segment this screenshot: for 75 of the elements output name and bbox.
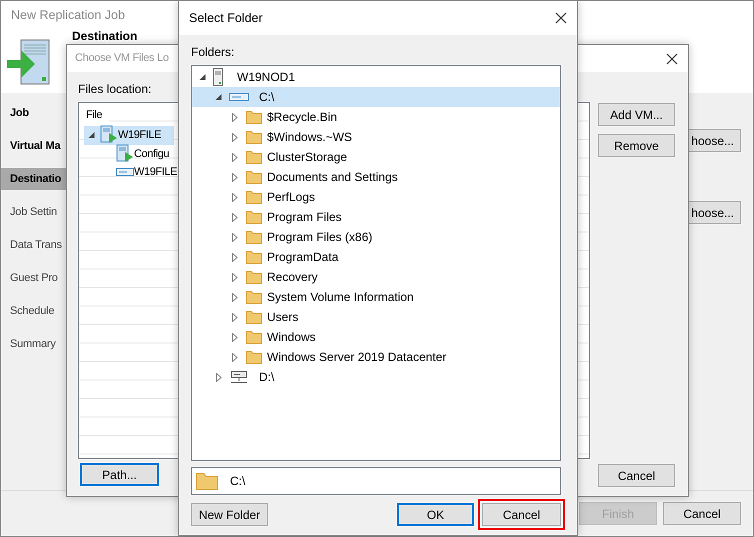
dialog-button[interactable]: OK bbox=[397, 503, 474, 526]
folder-name: Windows Server 2019 Datacenter bbox=[267, 349, 446, 366]
folder-name: ProgramData bbox=[267, 249, 338, 266]
folder-name: Program Files bbox=[267, 209, 342, 226]
folder-row[interactable]: Recovery bbox=[192, 267, 560, 287]
folder-row[interactable]: System Volume Information bbox=[192, 287, 560, 307]
field-label: Folders: bbox=[191, 44, 234, 61]
folder-icon bbox=[246, 190, 262, 204]
folder-row[interactable]: PerfLogs bbox=[192, 187, 560, 207]
folder-icon bbox=[246, 290, 262, 304]
folder-icon bbox=[246, 210, 262, 224]
folder-row[interactable]: Program Files bbox=[192, 207, 560, 227]
close-icon[interactable] bbox=[666, 52, 678, 64]
dialog-button[interactable]: Cancel bbox=[482, 503, 561, 526]
folder-name: Documents and Settings bbox=[267, 169, 398, 186]
folder-icon bbox=[246, 130, 262, 144]
folder-row[interactable]: D:\ bbox=[192, 367, 560, 387]
folder-row[interactable]: Windows Server 2019 Datacenter bbox=[192, 347, 560, 367]
folder-row[interactable]: Program Files (x86) bbox=[192, 227, 560, 247]
folder-row[interactable]: $Windows.~WS bbox=[192, 127, 560, 147]
file-row[interactable]: Configu bbox=[100, 144, 174, 163]
side-button[interactable]: Remove bbox=[598, 134, 675, 157]
folder-row[interactable]: ClusterStorage bbox=[192, 147, 560, 167]
path-value: C:\ bbox=[230, 473, 246, 490]
folder-row[interactable]: $Recycle.Bin bbox=[192, 107, 560, 127]
path-button[interactable]: Path... bbox=[80, 463, 159, 486]
folder-row[interactable]: ProgramData bbox=[192, 247, 560, 267]
folder-row[interactable]: Documents and Settings bbox=[192, 167, 560, 187]
folder-name: Recovery bbox=[267, 269, 318, 286]
folder-name: Windows bbox=[267, 329, 316, 346]
folder-name: System Volume Information bbox=[267, 289, 414, 306]
folder-name: PerfLogs bbox=[267, 189, 316, 206]
folder-icon bbox=[246, 110, 262, 124]
folder-name: D:\ bbox=[259, 369, 274, 386]
replication-icon bbox=[7, 39, 51, 87]
drive-icon bbox=[229, 369, 249, 385]
field-label: Files location: bbox=[78, 81, 152, 98]
server-icon bbox=[213, 68, 223, 86]
file-name: W19FILE bbox=[134, 165, 178, 180]
drive-icon bbox=[229, 93, 249, 101]
folder-icon bbox=[246, 230, 262, 244]
vm-page-icon bbox=[116, 144, 134, 164]
folder-name: C:\ bbox=[259, 89, 274, 106]
file-name: Configu bbox=[134, 146, 170, 162]
folder-icon bbox=[246, 310, 262, 324]
folder-name: W19NOD1 bbox=[237, 69, 296, 86]
folder-name: ClusterStorage bbox=[267, 149, 348, 166]
folder-icon bbox=[246, 350, 262, 364]
folder-row[interactable]: Windows bbox=[192, 327, 560, 347]
folder-name: Users bbox=[267, 309, 298, 326]
folder-icon bbox=[196, 472, 218, 490]
folder-icon bbox=[246, 270, 262, 284]
close-icon[interactable] bbox=[555, 12, 567, 24]
footer-button[interactable]: Cancel bbox=[663, 502, 741, 525]
folder-icon bbox=[246, 250, 262, 264]
folder-icon bbox=[246, 150, 262, 164]
file-name: W19FILE bbox=[118, 128, 162, 143]
folder-icon bbox=[246, 330, 262, 344]
dialog-title: Select Folder bbox=[189, 10, 263, 27]
folder-row[interactable]: W19NOD1 bbox=[192, 67, 560, 87]
folder-icon bbox=[246, 170, 262, 184]
folder-row[interactable]: C:\ bbox=[192, 87, 560, 107]
folder-row[interactable]: Users bbox=[192, 307, 560, 327]
dialog-title: Choose VM Files Lo bbox=[75, 51, 169, 66]
folder-name: $Windows.~WS bbox=[267, 129, 352, 146]
vm-page-icon bbox=[100, 125, 118, 146]
page-heading: Destination bbox=[72, 30, 138, 42]
file-row[interactable]: W19FILE bbox=[84, 126, 174, 144]
folder-name: $Recycle.Bin bbox=[267, 109, 338, 126]
path-field[interactable]: C:\ bbox=[191, 467, 561, 495]
dialog-button[interactable]: New Folder bbox=[191, 503, 268, 526]
side-button[interactable]: Add VM... bbox=[598, 103, 675, 126]
folder-name: Program Files (x86) bbox=[267, 229, 372, 246]
cancel-button[interactable]: Cancel bbox=[598, 464, 675, 487]
window-title: New Replication Job bbox=[11, 6, 125, 24]
